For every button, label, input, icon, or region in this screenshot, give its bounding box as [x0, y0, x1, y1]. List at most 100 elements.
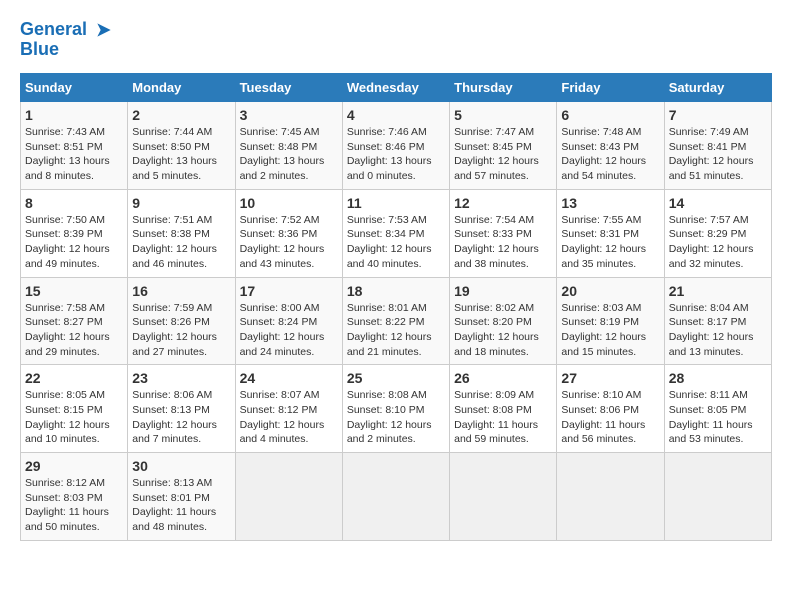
day-number: 7: [669, 107, 767, 123]
calendar-week-row: 8 Sunrise: 7:50 AMSunset: 8:39 PMDayligh…: [21, 189, 772, 277]
day-info: Sunrise: 7:47 AMSunset: 8:45 PMDaylight:…: [454, 125, 552, 184]
day-cell: 21 Sunrise: 8:04 AMSunset: 8:17 PMDaylig…: [664, 277, 771, 365]
empty-day-cell: [342, 453, 449, 541]
day-cell: 3 Sunrise: 7:45 AMSunset: 8:48 PMDayligh…: [235, 102, 342, 190]
day-info: Sunrise: 8:13 AMSunset: 8:01 PMDaylight:…: [132, 476, 230, 535]
day-number: 19: [454, 283, 552, 299]
day-cell: 9 Sunrise: 7:51 AMSunset: 8:38 PMDayligh…: [128, 189, 235, 277]
day-number: 29: [25, 458, 123, 474]
day-number: 23: [132, 370, 230, 386]
day-cell: 20 Sunrise: 8:03 AMSunset: 8:19 PMDaylig…: [557, 277, 664, 365]
day-number: 6: [561, 107, 659, 123]
weekday-header-wednesday: Wednesday: [342, 74, 449, 102]
day-number: 30: [132, 458, 230, 474]
day-number: 14: [669, 195, 767, 211]
weekday-header-monday: Monday: [128, 74, 235, 102]
day-info: Sunrise: 7:46 AMSunset: 8:46 PMDaylight:…: [347, 125, 445, 184]
day-number: 5: [454, 107, 552, 123]
day-cell: 12 Sunrise: 7:54 AMSunset: 8:33 PMDaylig…: [450, 189, 557, 277]
day-cell: 10 Sunrise: 7:52 AMSunset: 8:36 PMDaylig…: [235, 189, 342, 277]
day-cell: 29 Sunrise: 8:12 AMSunset: 8:03 PMDaylig…: [21, 453, 128, 541]
calendar-week-row: 29 Sunrise: 8:12 AMSunset: 8:03 PMDaylig…: [21, 453, 772, 541]
logo-general: General: [20, 19, 87, 39]
day-number: 24: [240, 370, 338, 386]
day-cell: 8 Sunrise: 7:50 AMSunset: 8:39 PMDayligh…: [21, 189, 128, 277]
day-number: 20: [561, 283, 659, 299]
weekday-header-tuesday: Tuesday: [235, 74, 342, 102]
day-info: Sunrise: 8:08 AMSunset: 8:10 PMDaylight:…: [347, 388, 445, 447]
day-number: 8: [25, 195, 123, 211]
day-number: 22: [25, 370, 123, 386]
day-cell: 24 Sunrise: 8:07 AMSunset: 8:12 PMDaylig…: [235, 365, 342, 453]
day-cell: 17 Sunrise: 8:00 AMSunset: 8:24 PMDaylig…: [235, 277, 342, 365]
day-number: 11: [347, 195, 445, 211]
day-info: Sunrise: 7:50 AMSunset: 8:39 PMDaylight:…: [25, 213, 123, 272]
day-info: Sunrise: 7:55 AMSunset: 8:31 PMDaylight:…: [561, 213, 659, 272]
day-info: Sunrise: 7:45 AMSunset: 8:48 PMDaylight:…: [240, 125, 338, 184]
day-info: Sunrise: 7:48 AMSunset: 8:43 PMDaylight:…: [561, 125, 659, 184]
day-cell: 13 Sunrise: 7:55 AMSunset: 8:31 PMDaylig…: [557, 189, 664, 277]
day-info: Sunrise: 7:52 AMSunset: 8:36 PMDaylight:…: [240, 213, 338, 272]
day-number: 15: [25, 283, 123, 299]
day-info: Sunrise: 8:11 AMSunset: 8:05 PMDaylight:…: [669, 388, 767, 447]
calendar-week-row: 15 Sunrise: 7:58 AMSunset: 8:27 PMDaylig…: [21, 277, 772, 365]
weekday-header-thursday: Thursday: [450, 74, 557, 102]
logo-blue: Blue: [20, 40, 114, 60]
day-cell: 1 Sunrise: 7:43 AMSunset: 8:51 PMDayligh…: [21, 102, 128, 190]
day-number: 27: [561, 370, 659, 386]
day-cell: 22 Sunrise: 8:05 AMSunset: 8:15 PMDaylig…: [21, 365, 128, 453]
day-cell: 25 Sunrise: 8:08 AMSunset: 8:10 PMDaylig…: [342, 365, 449, 453]
calendar-week-row: 22 Sunrise: 8:05 AMSunset: 8:15 PMDaylig…: [21, 365, 772, 453]
day-cell: 4 Sunrise: 7:46 AMSunset: 8:46 PMDayligh…: [342, 102, 449, 190]
day-number: 2: [132, 107, 230, 123]
day-cell: 2 Sunrise: 7:44 AMSunset: 8:50 PMDayligh…: [128, 102, 235, 190]
day-cell: 18 Sunrise: 8:01 AMSunset: 8:22 PMDaylig…: [342, 277, 449, 365]
day-info: Sunrise: 7:51 AMSunset: 8:38 PMDaylight:…: [132, 213, 230, 272]
day-info: Sunrise: 8:07 AMSunset: 8:12 PMDaylight:…: [240, 388, 338, 447]
logo-arrow-icon: [94, 20, 114, 40]
day-cell: 11 Sunrise: 7:53 AMSunset: 8:34 PMDaylig…: [342, 189, 449, 277]
day-info: Sunrise: 8:06 AMSunset: 8:13 PMDaylight:…: [132, 388, 230, 447]
day-number: 1: [25, 107, 123, 123]
day-cell: 16 Sunrise: 7:59 AMSunset: 8:26 PMDaylig…: [128, 277, 235, 365]
day-cell: 7 Sunrise: 7:49 AMSunset: 8:41 PMDayligh…: [664, 102, 771, 190]
day-number: 26: [454, 370, 552, 386]
day-info: Sunrise: 8:00 AMSunset: 8:24 PMDaylight:…: [240, 301, 338, 360]
weekday-header-friday: Friday: [557, 74, 664, 102]
day-number: 3: [240, 107, 338, 123]
day-info: Sunrise: 7:57 AMSunset: 8:29 PMDaylight:…: [669, 213, 767, 272]
day-info: Sunrise: 7:44 AMSunset: 8:50 PMDaylight:…: [132, 125, 230, 184]
empty-day-cell: [664, 453, 771, 541]
day-cell: 5 Sunrise: 7:47 AMSunset: 8:45 PMDayligh…: [450, 102, 557, 190]
day-info: Sunrise: 7:58 AMSunset: 8:27 PMDaylight:…: [25, 301, 123, 360]
day-info: Sunrise: 8:01 AMSunset: 8:22 PMDaylight:…: [347, 301, 445, 360]
day-info: Sunrise: 7:49 AMSunset: 8:41 PMDaylight:…: [669, 125, 767, 184]
calendar-week-row: 1 Sunrise: 7:43 AMSunset: 8:51 PMDayligh…: [21, 102, 772, 190]
day-cell: 19 Sunrise: 8:02 AMSunset: 8:20 PMDaylig…: [450, 277, 557, 365]
day-info: Sunrise: 8:10 AMSunset: 8:06 PMDaylight:…: [561, 388, 659, 447]
day-info: Sunrise: 8:04 AMSunset: 8:17 PMDaylight:…: [669, 301, 767, 360]
day-info: Sunrise: 8:12 AMSunset: 8:03 PMDaylight:…: [25, 476, 123, 535]
day-info: Sunrise: 7:43 AMSunset: 8:51 PMDaylight:…: [25, 125, 123, 184]
day-info: Sunrise: 7:59 AMSunset: 8:26 PMDaylight:…: [132, 301, 230, 360]
day-cell: 14 Sunrise: 7:57 AMSunset: 8:29 PMDaylig…: [664, 189, 771, 277]
day-cell: 30 Sunrise: 8:13 AMSunset: 8:01 PMDaylig…: [128, 453, 235, 541]
day-info: Sunrise: 8:03 AMSunset: 8:19 PMDaylight:…: [561, 301, 659, 360]
day-number: 9: [132, 195, 230, 211]
day-info: Sunrise: 8:05 AMSunset: 8:15 PMDaylight:…: [25, 388, 123, 447]
day-number: 13: [561, 195, 659, 211]
day-number: 12: [454, 195, 552, 211]
day-info: Sunrise: 7:53 AMSunset: 8:34 PMDaylight:…: [347, 213, 445, 272]
day-cell: 6 Sunrise: 7:48 AMSunset: 8:43 PMDayligh…: [557, 102, 664, 190]
logo: General Blue: [20, 20, 114, 60]
calendar-table: SundayMondayTuesdayWednesdayThursdayFrid…: [20, 73, 772, 541]
day-cell: 28 Sunrise: 8:11 AMSunset: 8:05 PMDaylig…: [664, 365, 771, 453]
day-cell: 15 Sunrise: 7:58 AMSunset: 8:27 PMDaylig…: [21, 277, 128, 365]
day-number: 16: [132, 283, 230, 299]
weekday-header-saturday: Saturday: [664, 74, 771, 102]
day-cell: 23 Sunrise: 8:06 AMSunset: 8:13 PMDaylig…: [128, 365, 235, 453]
empty-day-cell: [235, 453, 342, 541]
day-info: Sunrise: 7:54 AMSunset: 8:33 PMDaylight:…: [454, 213, 552, 272]
day-number: 18: [347, 283, 445, 299]
empty-day-cell: [557, 453, 664, 541]
